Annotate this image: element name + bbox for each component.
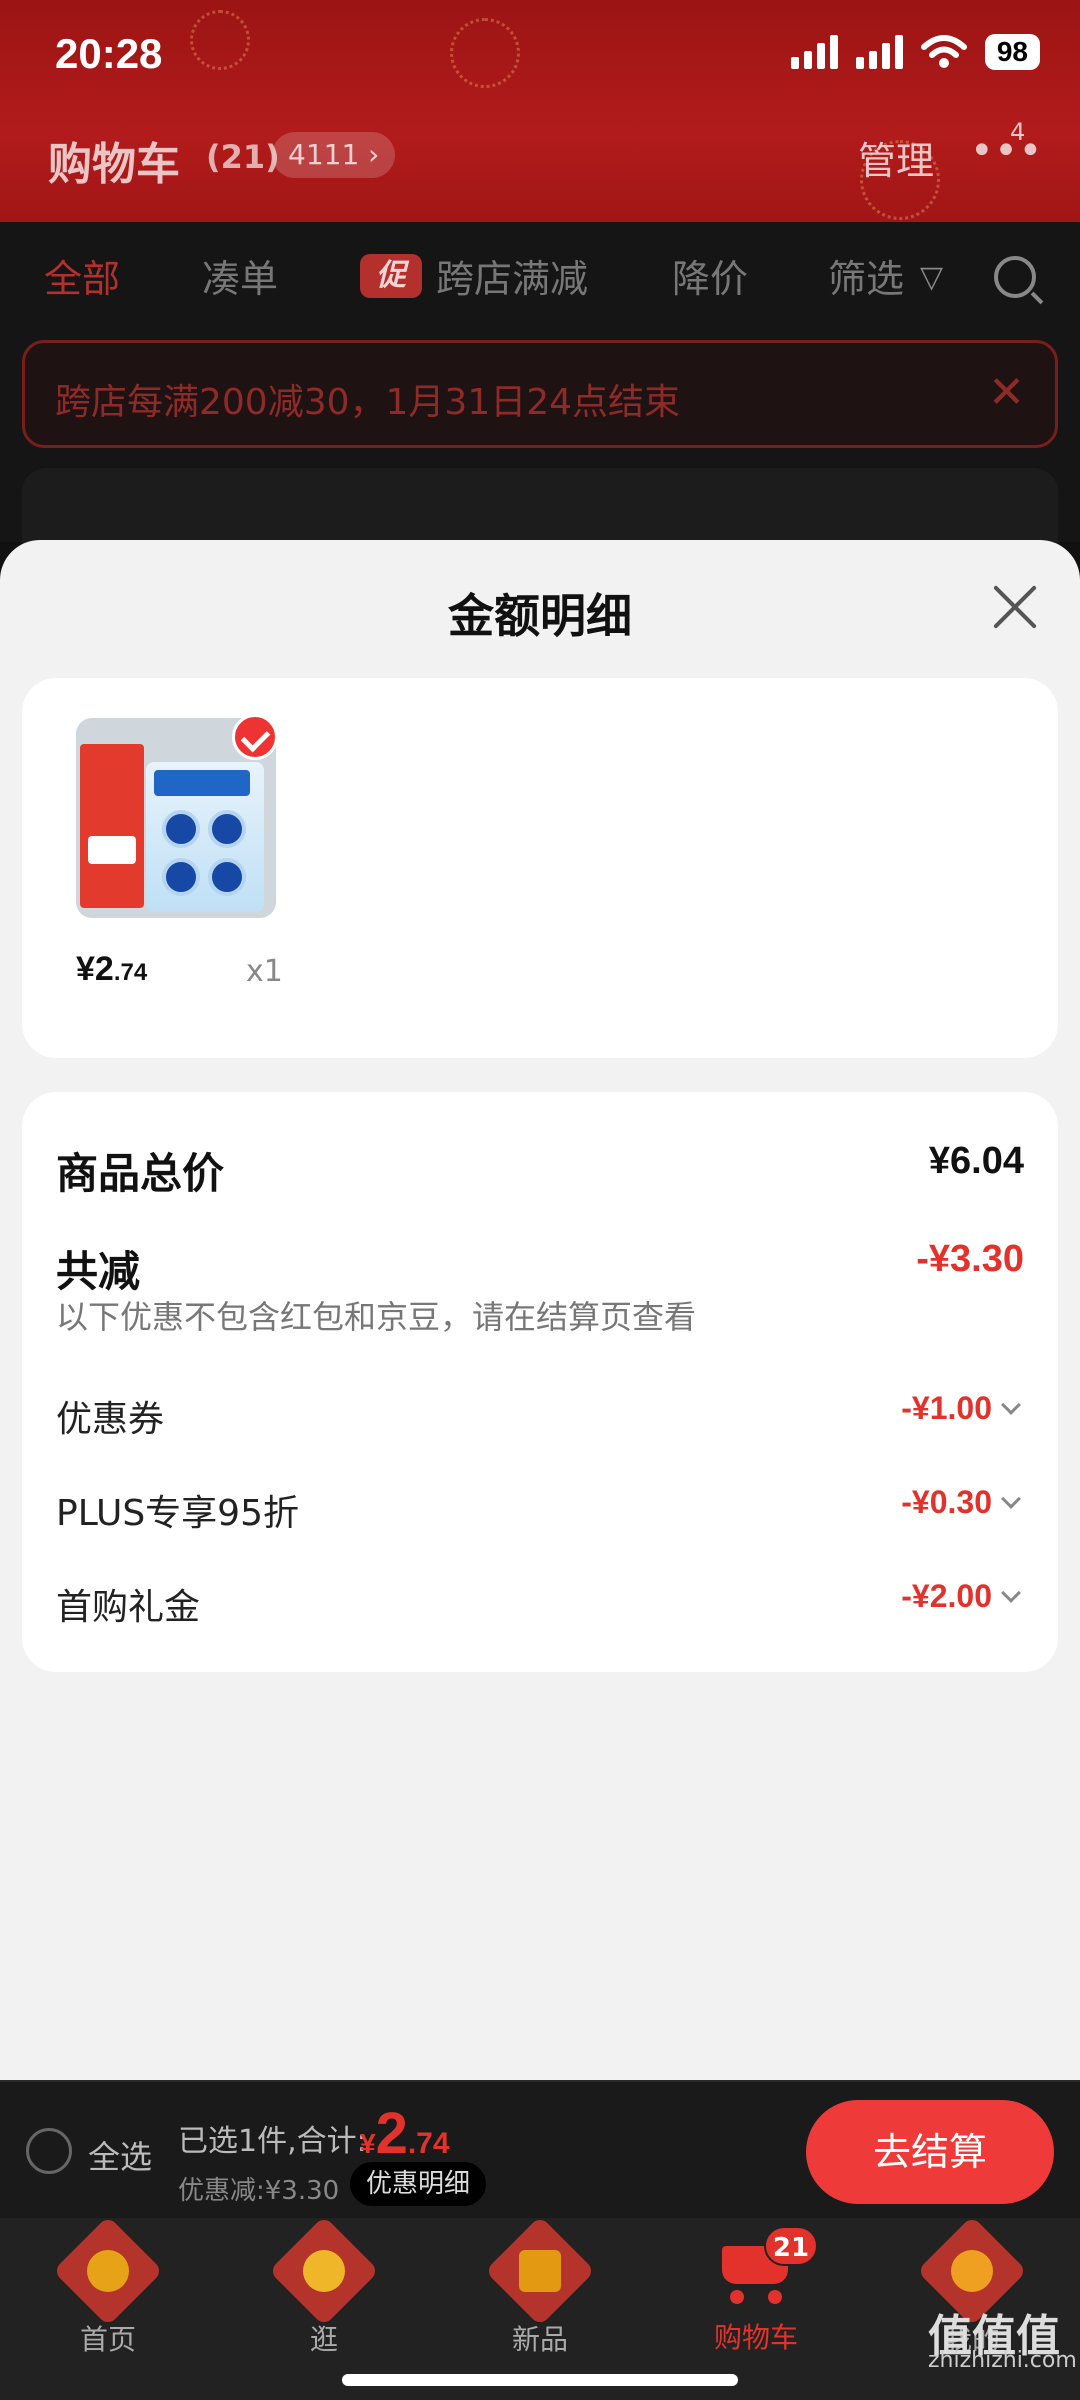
- nav-label: 新品: [511, 2323, 568, 2356]
- cart-badge: 21: [764, 2226, 818, 2266]
- discount-label: PLUS专享95折: [56, 1493, 299, 1534]
- total-dec: .74: [407, 2127, 450, 2160]
- watermark-text: zhizhizhi.com: [928, 2348, 1077, 2373]
- promo-badge: 促: [360, 254, 422, 298]
- manage-button[interactable]: 管理: [858, 130, 934, 185]
- nav-label: 逛: [309, 2323, 338, 2356]
- select-all-label[interactable]: 全选: [88, 2132, 152, 2178]
- product-promo-tag: [80, 744, 144, 908]
- discount-row-first-purchase[interactable]: 首购礼金 -¥2.00: [56, 1578, 1024, 1628]
- home-indicator[interactable]: [342, 2374, 738, 2386]
- product-brand-band: [154, 770, 250, 796]
- close-icon[interactable]: [990, 582, 1040, 632]
- product-price-int: ¥2: [76, 950, 114, 988]
- selected-check-icon: [232, 714, 278, 760]
- status-indicators: 98: [790, 34, 1040, 70]
- browse-icon: [268, 2215, 380, 2327]
- funnel-icon: ▽: [920, 260, 944, 295]
- close-icon[interactable]: ✕: [988, 367, 1025, 418]
- product-price-dec: .74: [113, 959, 148, 986]
- discount-detail-button[interactable]: 优惠明细: [350, 2162, 487, 2206]
- tab-bundle[interactable]: 凑单: [202, 248, 278, 303]
- home-icon: [52, 2215, 164, 2327]
- address-pill[interactable]: 4111 ›: [272, 132, 396, 178]
- discount-label: 优惠券: [56, 1399, 165, 1440]
- nav-browse[interactable]: 逛: [244, 2215, 404, 2358]
- more-icon[interactable]: • • •: [970, 128, 1042, 174]
- more-badge: 4: [1010, 118, 1026, 146]
- nav-home[interactable]: 首页: [28, 2215, 188, 2358]
- summary-reduction-row: 共减 -¥3.30: [56, 1238, 1024, 1298]
- discount-row-coupon[interactable]: 优惠券 -¥1.00: [56, 1390, 1024, 1440]
- reduction-note: 以下优惠不包含红包和京豆，请在结算页查看: [56, 1298, 697, 1336]
- reduction-label: 共减: [56, 1247, 141, 1296]
- battery-indicator: 98: [984, 34, 1040, 70]
- product-price: ¥2.74: [76, 950, 147, 989]
- product-price-tag: [88, 836, 136, 864]
- select-all-radio[interactable]: [26, 2128, 72, 2174]
- filter-tabs: 全部 凑单 促 跨店满减 降价 筛选 ▽: [0, 248, 1080, 308]
- product-quantity: x1: [246, 954, 283, 989]
- checkout-bar: 全选 已选1件,合计: ¥2.74 优惠减:¥3.30 优惠明细 去结算: [0, 2080, 1080, 2218]
- tab-price-drop[interactable]: 降价: [672, 248, 748, 303]
- search-icon[interactable]: [994, 256, 1036, 298]
- product-card: ¥2.74 x1: [22, 678, 1058, 1058]
- notice-text: 跨店每满200减30，1月31日24点结束: [55, 382, 681, 423]
- summary-total-row: 商品总价 ¥6.04: [56, 1140, 1024, 1200]
- nav-new[interactable]: 新品: [460, 2215, 620, 2358]
- total-currency: ¥: [360, 2128, 376, 2159]
- checkout-button[interactable]: 去结算: [806, 2100, 1054, 2204]
- promo-notice: 跨店每满200减30，1月31日24点结束 ✕: [22, 340, 1058, 448]
- new-products-icon: [484, 2215, 596, 2327]
- signal-icon-2: [855, 35, 903, 69]
- cart-header: 20:28 98 购物车 (21) 4111 › 管理 • • • 4: [0, 0, 1080, 222]
- cart-item-count: (21): [206, 138, 280, 176]
- discount-label: 首购礼金: [56, 1587, 201, 1628]
- product-tablet: [162, 858, 200, 896]
- total-price: ¥2.74: [360, 2100, 450, 2167]
- tab-cross-store[interactable]: 跨店满减: [436, 248, 588, 303]
- nav-label: 购物车: [713, 2321, 798, 2354]
- status-time: 20:28: [55, 30, 163, 77]
- discount-summary: 优惠减:¥3.30: [178, 2176, 340, 2206]
- product-tablet: [208, 810, 246, 848]
- amount-detail-sheet: 金额明细 ¥2.74 x1 商品总价 ¥6.04 共减 -¥3.30 以下优惠不…: [0, 540, 1080, 2080]
- total-int: 2: [375, 2101, 408, 2166]
- selected-info: 已选1件,合计:: [178, 2124, 367, 2159]
- bottom-tab-bar: 首页 逛 新品 购物车 21 我的: [0, 2215, 1080, 2400]
- total-value: ¥6.04: [928, 1140, 1024, 1182]
- page-title: 购物车: [48, 139, 180, 190]
- sheet-title: 金额明细: [448, 589, 632, 643]
- total-label: 商品总价: [56, 1149, 225, 1198]
- product-tablet: [208, 858, 246, 896]
- discount-row-plus[interactable]: PLUS专享95折 -¥0.30: [56, 1484, 1024, 1534]
- tab-filter[interactable]: 筛选: [828, 248, 904, 303]
- price-summary-card: 商品总价 ¥6.04 共减 -¥3.30 以下优惠不包含红包和京豆，请在结算页查…: [22, 1092, 1058, 1672]
- wifi-icon: [920, 35, 967, 68]
- tab-all[interactable]: 全部: [44, 248, 120, 303]
- product-tablet: [162, 810, 200, 848]
- signal-icon: [790, 35, 838, 69]
- reduction-value: -¥3.30: [916, 1238, 1024, 1280]
- nav-label: 首页: [79, 2323, 136, 2356]
